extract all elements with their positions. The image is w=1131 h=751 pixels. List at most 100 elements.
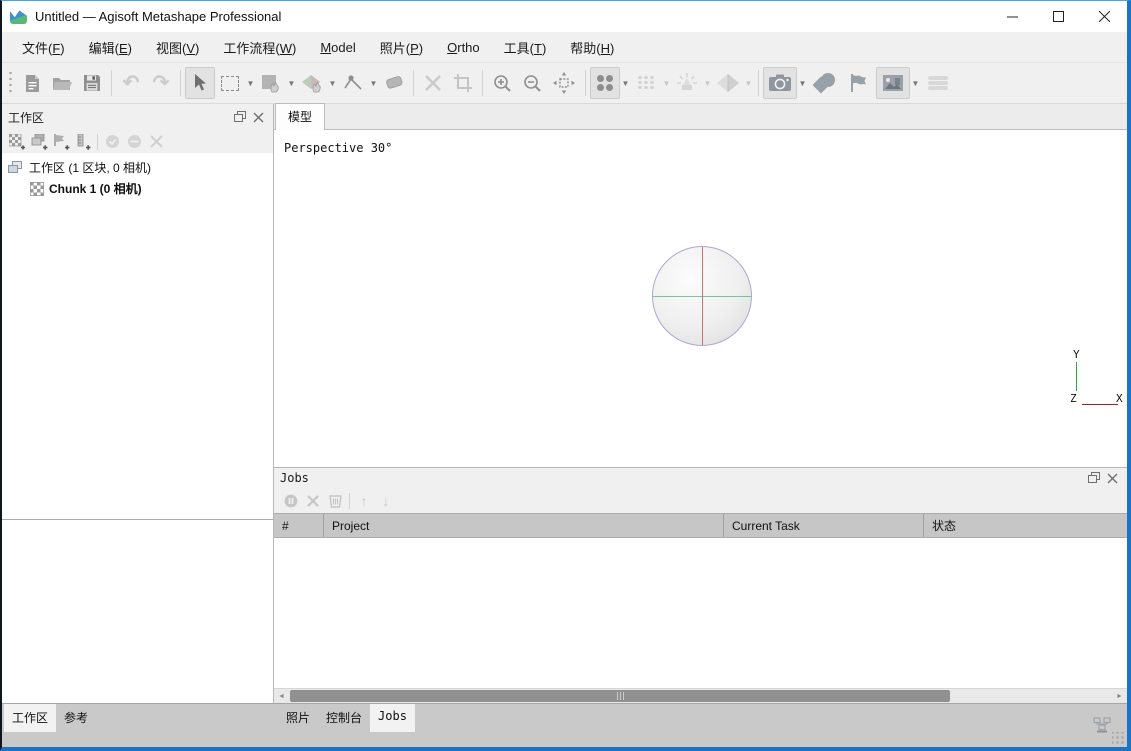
jobs-close-button[interactable] xyxy=(1103,469,1121,487)
toolbar-separator xyxy=(482,70,483,96)
show-cameras-dropdown[interactable]: ▼ xyxy=(797,67,808,99)
toolbar-separator xyxy=(180,70,181,96)
show-images-dropdown[interactable]: ▼ xyxy=(910,67,921,99)
menu-edit[interactable]: 编辑(E) xyxy=(77,33,144,62)
left-dock-tabs: 工作区 参考 xyxy=(4,704,96,732)
horizontal-scrollbar[interactable]: ◄ ► xyxy=(274,688,1127,703)
app-logo-icon xyxy=(10,9,27,24)
bottom-bar: 工作区 参考 照片 控制台 Jobs xyxy=(2,703,1127,747)
fit-view-button[interactable] xyxy=(547,67,581,99)
add-scalebar-button[interactable] xyxy=(72,132,94,152)
rotate-object-dropdown[interactable]: ▼ xyxy=(286,67,297,99)
minimize-button[interactable] xyxy=(989,1,1035,32)
rotate-object-button[interactable] xyxy=(256,67,286,99)
axis-y-label: Y xyxy=(1073,348,1080,361)
show-markers-button[interactable] xyxy=(808,67,842,99)
menu-model[interactable]: Model xyxy=(308,35,367,60)
add-photos-button[interactable] xyxy=(28,132,50,152)
main-toolbar: ↶ ↷ ▼ ▼ ▼ ▼ xyxy=(2,63,1127,104)
column-current-task[interactable]: Current Task xyxy=(724,514,924,537)
menu-file[interactable]: 文件(F) xyxy=(10,33,77,62)
selection-arrow-button[interactable] xyxy=(185,67,215,99)
tab-photos[interactable]: 照片 xyxy=(278,704,318,732)
window-title: Untitled — Agisoft Metashape Professiona… xyxy=(35,9,989,24)
menu-workflow[interactable]: 工作流程(W) xyxy=(211,33,308,62)
model-viewport[interactable]: Perspective 30° Y Z X xyxy=(274,130,1127,467)
zoom-out-button[interactable] xyxy=(517,67,547,99)
perspective-label: Perspective 30° xyxy=(284,141,392,155)
show-layers-button xyxy=(921,67,955,99)
jobs-panel-title: Jobs xyxy=(280,471,1085,485)
rectangle-selection-button[interactable] xyxy=(215,67,245,99)
new-project-button[interactable] xyxy=(17,67,47,99)
jobs-toolbar: ↑ ↓ xyxy=(274,488,1127,513)
redo-button: ↷ xyxy=(146,67,176,99)
trackball-sphere[interactable] xyxy=(652,246,752,346)
measure-button[interactable] xyxy=(338,67,368,99)
show-flags-button[interactable] xyxy=(842,67,876,99)
disable-item-button xyxy=(123,132,145,152)
show-tie-points-button[interactable] xyxy=(590,67,620,99)
jobs-table-header: # Project Current Task 状态 xyxy=(274,513,1127,538)
toolbar-grip[interactable] xyxy=(7,70,14,96)
toolbar-separator xyxy=(413,70,414,96)
toolbar-separator xyxy=(758,70,759,96)
rotate-view-dropdown[interactable]: ▼ xyxy=(327,67,338,99)
view-tabstrip: 模型 xyxy=(274,104,1127,130)
show-cameras-button[interactable] xyxy=(763,67,797,99)
tree-item-workspace[interactable]: 工作区 (1 区块, 0 相机) xyxy=(2,157,273,178)
column-number[interactable]: # xyxy=(274,514,324,537)
close-button[interactable] xyxy=(1081,1,1127,32)
menu-photo[interactable]: 照片(P) xyxy=(368,33,435,62)
jobs-float-button[interactable] xyxy=(1085,469,1103,487)
workspace-close-button[interactable] xyxy=(249,108,267,126)
jobs-table-body[interactable] xyxy=(274,538,1127,688)
show-dense-cloud-dropdown: ▼ xyxy=(702,67,713,99)
menu-tools[interactable]: 工具(T) xyxy=(492,33,559,62)
show-images-button[interactable] xyxy=(876,67,910,99)
rotate-view-button[interactable] xyxy=(297,67,327,99)
enable-item-button xyxy=(101,132,123,152)
tab-reference[interactable]: 参考 xyxy=(56,704,96,732)
column-status[interactable]: 状态 xyxy=(924,514,1127,537)
app-window: Untitled — Agisoft Metashape Professiona… xyxy=(0,0,1131,751)
save-project-button[interactable] xyxy=(77,67,107,99)
clear-jobs-button xyxy=(324,491,346,511)
workspace-float-button[interactable] xyxy=(231,108,249,126)
scrollbar-thumb[interactable] xyxy=(290,690,950,702)
column-project[interactable]: Project xyxy=(324,514,724,537)
tab-jobs[interactable]: Jobs xyxy=(370,704,415,732)
scroll-right-arrow[interactable]: ► xyxy=(1112,689,1127,704)
bottom-dock-tabs: 照片 控制台 Jobs xyxy=(278,704,415,732)
move-down-button: ↓ xyxy=(375,491,397,511)
eraser-button[interactable] xyxy=(379,67,409,99)
jobs-panel: Jobs xyxy=(274,467,1127,703)
add-chunk-button[interactable] xyxy=(6,132,28,152)
workspace-toolbar-separator xyxy=(97,134,98,150)
scroll-left-arrow[interactable]: ◄ xyxy=(274,689,289,704)
delete-selection-button xyxy=(418,67,448,99)
open-project-button[interactable] xyxy=(47,67,77,99)
show-tie-points-dropdown[interactable]: ▼ xyxy=(620,67,631,99)
tab-model[interactable]: 模型 xyxy=(275,103,325,130)
toolbar-separator xyxy=(111,70,112,96)
add-marker-button[interactable] xyxy=(50,132,72,152)
tab-console[interactable]: 控制台 xyxy=(318,704,370,732)
measure-dropdown[interactable]: ▼ xyxy=(368,67,379,99)
tab-workspace[interactable]: 工作区 xyxy=(4,704,56,732)
tree-item-label: Chunk 1 (0 相机) xyxy=(49,180,142,197)
tree-item-chunk[interactable]: Chunk 1 (0 相机) xyxy=(2,178,273,199)
jobs-toolbar-separator xyxy=(349,493,350,509)
rectangle-selection-dropdown[interactable]: ▼ xyxy=(245,67,256,99)
maximize-button[interactable] xyxy=(1035,1,1081,32)
chunk-icon xyxy=(30,182,44,196)
tree-item-label: 工作区 (1 区块, 0 相机) xyxy=(29,159,151,176)
workspace-toolbar xyxy=(2,130,273,153)
workspace-panel: 工作区 xyxy=(2,104,274,703)
menu-view[interactable]: 视图(V) xyxy=(144,33,211,62)
menu-ortho[interactable]: Ortho xyxy=(435,35,492,60)
window-resize-grip[interactable] xyxy=(1112,732,1125,745)
zoom-in-button[interactable] xyxy=(487,67,517,99)
workspace-tree: 工作区 (1 区块, 0 相机) Chunk 1 (0 相机) xyxy=(2,153,273,520)
menu-help[interactable]: 帮助(H) xyxy=(558,33,626,62)
